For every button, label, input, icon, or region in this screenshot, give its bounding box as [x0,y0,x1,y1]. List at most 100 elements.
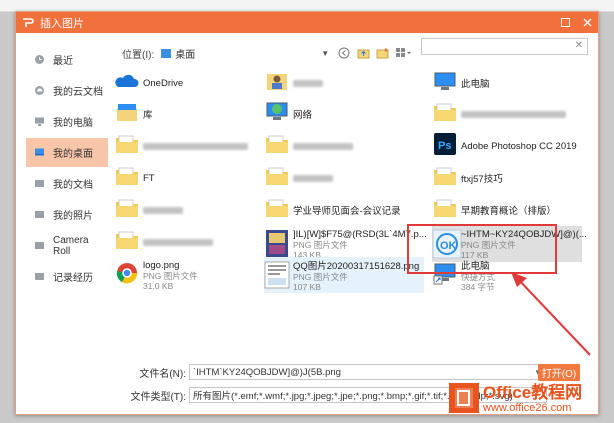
close-button[interactable] [576,12,598,33]
file-name: Adobe Photoshop CC 2019 [461,140,577,152]
clear-search-icon[interactable]: ✕ [575,40,583,51]
filetype-label: 文件类型(T): [130,391,186,403]
watermark-url: www.office26.com [483,401,572,414]
view-grid-icon [396,48,412,57]
folder-icon [114,195,138,225]
new-folder-button[interactable] [374,45,390,61]
sidebar-item-2[interactable]: 我的电脑 [26,107,108,136]
view-menu-button[interactable] [393,45,415,61]
location-dropdown[interactable]: 桌面 ▼ [158,44,334,62]
folder-icon [264,131,288,161]
file-item[interactable] [264,162,424,194]
file-item[interactable] [264,67,424,99]
sidebar-item-label: 我的云文档 [53,87,103,98]
wps-logo-icon [23,17,34,27]
file-item[interactable]: 库 [114,98,274,130]
cloud-icon [34,85,45,96]
sidebar-item-6[interactable]: Camera Roll [26,231,108,260]
file-size: 107 KB [293,282,321,292]
file-item[interactable]: OneDrive [114,67,274,99]
file-name: 早期教育概论（排版） [461,206,557,217]
new-folder-icon [376,48,389,59]
file-size: 384 字节 [461,282,495,292]
filename-value: `IHTM`KY24QOBJDW]@)J(5B.png [193,366,341,378]
blurred-file-name [143,238,213,246]
file-item[interactable]: 此电脑 [432,67,582,99]
sidebar: 最近我的云文档我的电脑我的桌面我的文档我的照片 Camera Roll 记录经历 [26,45,108,293]
file-name: 学业导师见面会-会议记录 [293,206,401,217]
file-item[interactable]: 学业导师见面会-会议记录 [264,194,424,226]
file-type: PNG 图片文件 [143,270,198,281]
desktop-icon [161,48,172,58]
file-name: logo.png [143,259,180,271]
folder-icon [114,131,138,161]
search-input[interactable]: ✕ [421,38,588,55]
sidebar-item-1[interactable]: 我的云文档 [26,76,108,105]
file-item[interactable]: 网络 [264,98,424,130]
document-image-icon [264,260,290,290]
file-item[interactable]: ftxj57技巧 [432,162,582,194]
file-item[interactable] [114,226,274,258]
file-item[interactable]: QQ图片20200317151628.png PNG 图片文件 107 KB [264,257,424,293]
sidebar-item-label: 我的电脑 [53,118,93,129]
blurred-file-name [293,174,333,182]
blurred-file-name [143,142,248,150]
sidebar-item-0[interactable]: 最近 [26,45,108,74]
blurred-file-name [143,206,183,214]
clock-icon [34,54,45,65]
folder-icon [114,227,138,257]
maximize-icon [560,18,570,27]
file-size: 31.0 KB [143,280,174,291]
file-item[interactable] [114,130,274,162]
file-item[interactable] [432,98,582,130]
file-name: QQ图片20200317151628.png [293,261,420,272]
sidebar-item-4[interactable]: 我的文档 [26,169,108,198]
chevron-down-icon: ▼ [321,48,330,58]
file-item[interactable] [264,130,424,162]
dialog-title: 插入图片 [40,17,84,30]
file-item[interactable]: logo.png PNG 图片文件 31.0 KB [114,257,274,293]
cloud-icon [114,68,139,98]
file-item[interactable]: 早期教育概论（排版） [432,194,582,226]
folder-icon [432,195,456,225]
sidebar-item-label: 最近 [53,56,73,67]
office-logo-icon [449,383,479,413]
folder-icon [432,163,456,193]
up-folder-button[interactable] [355,45,371,61]
sidebar-item-label: 我的文档 [53,180,93,191]
watermark-title: Office教程网 [483,382,583,402]
file-name: ftxj57技巧 [461,174,503,185]
sidebar-item-5[interactable]: 我的照片 [26,200,108,229]
title-bar: 插入图片 [16,12,598,33]
svg-text:Ps: Ps [438,140,451,152]
blurred-file-name [293,142,353,150]
maximize-button[interactable] [554,12,576,33]
folder-icon [34,271,45,282]
blurred-file-name [293,79,323,87]
sidebar-item-7[interactable]: 记录经历 [26,262,108,291]
folder-icon [264,195,288,225]
up-folder-icon [357,49,370,59]
folder-icon [432,99,456,129]
desktop-icon [34,147,45,158]
file-name: 此电脑 [461,79,490,90]
back-icon [338,47,350,59]
file-item[interactable] [114,194,274,226]
image-icon [264,229,288,259]
file-name: OneDrive [143,77,184,89]
sidebar-item-label: Camera Roll [53,234,89,257]
folder-icon [34,209,45,220]
location-label: 位置(I): [122,49,155,61]
library-icon [114,99,138,129]
file-item[interactable]: FT [114,162,274,194]
sidebar-item-label: 记录经历 [53,273,93,284]
computer-icon [432,68,456,98]
file-item[interactable]: Ps Adobe Photoshop CC 2019 [432,130,582,162]
back-button[interactable] [336,45,352,61]
sidebar-item-3[interactable]: 我的桌面 [26,138,108,167]
folder-icon [34,178,45,189]
annotation-highlight-box [407,224,557,274]
close-icon [583,18,591,27]
folder-icon [264,163,288,193]
blurred-file-name [461,110,566,118]
